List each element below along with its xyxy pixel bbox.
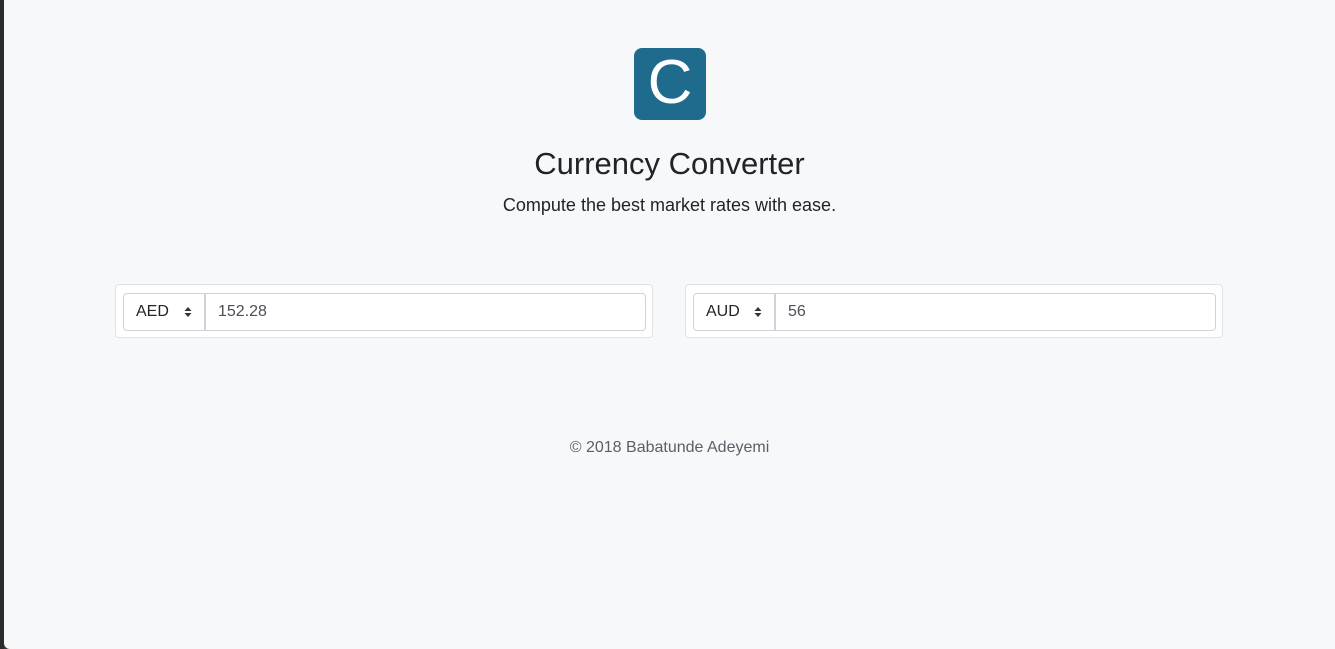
target-currency-card: AUD 56 [685, 284, 1223, 338]
logo-letter: C [647, 48, 693, 117]
page-title: Currency Converter [534, 146, 805, 181]
source-currency-card: AED 152.28 [115, 284, 653, 338]
source-currency-code: AED [136, 303, 169, 320]
page-subtitle: Compute the best market rates with ease. [502, 195, 837, 215]
app-logo: C [634, 48, 706, 120]
target-amount-input[interactable]: 56 [775, 293, 1216, 331]
source-amount-input[interactable]: 152.28 [205, 293, 646, 331]
currency-converter-page: C Currency Converter Compute the best ma… [4, 0, 1335, 649]
footer-copyright: © 2018 Babatunde Adeyemi [569, 439, 770, 456]
source-currency-select[interactable]: AED [123, 293, 205, 331]
sort-arrows-icon [754, 307, 762, 317]
sort-arrows-icon [184, 307, 192, 317]
target-currency-select[interactable]: AUD [693, 293, 775, 331]
target-currency-code: AUD [706, 303, 740, 320]
